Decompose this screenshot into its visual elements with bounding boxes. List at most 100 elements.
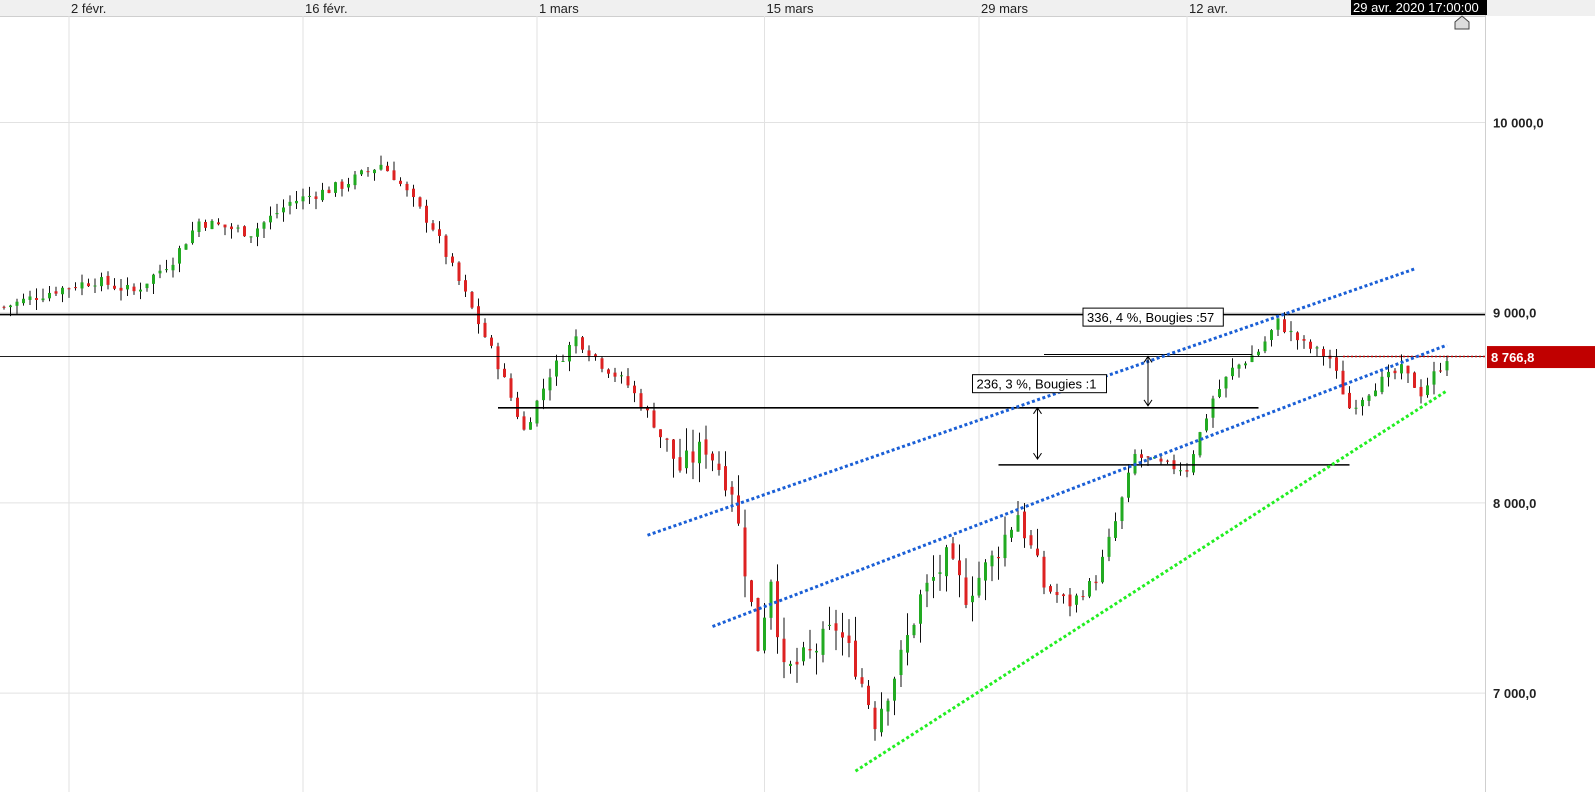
candle-body	[1354, 407, 1358, 409]
last-price-text: 8 766,8	[1491, 350, 1534, 365]
candle-body	[269, 215, 272, 223]
candle-body	[483, 322, 487, 338]
candle-body	[399, 180, 402, 184]
candle-body	[1276, 318, 1280, 330]
candle-body	[685, 450, 688, 469]
x-tick-label: 16 févr.	[305, 1, 348, 16]
candle-body	[1094, 581, 1098, 584]
candle-body	[1205, 418, 1208, 431]
x-tick-label: 15 mars	[767, 1, 814, 16]
candle-body	[867, 685, 870, 706]
candle-body	[750, 580, 753, 602]
candle-body	[288, 201, 292, 206]
candle-body	[509, 378, 513, 398]
candle-body	[782, 638, 786, 663]
candle-body	[600, 358, 604, 369]
candle-body	[1140, 454, 1143, 458]
candle-body	[990, 555, 994, 567]
candle-body	[191, 230, 194, 244]
candle-body	[1029, 535, 1033, 546]
candle-body	[854, 640, 857, 677]
candle-body	[873, 707, 877, 730]
candle-body	[15, 301, 19, 306]
candle-body	[951, 543, 955, 559]
candle-body	[529, 422, 532, 430]
candle-body	[334, 182, 337, 193]
candle-body	[795, 661, 799, 665]
candle-body	[548, 377, 552, 391]
candle-body	[158, 270, 162, 274]
candle-body	[841, 632, 844, 638]
candle-body	[1101, 556, 1104, 583]
candle-body	[100, 277, 103, 287]
candle-body	[1419, 386, 1423, 397]
candle-body	[1010, 529, 1013, 538]
candle-body	[1166, 460, 1169, 462]
candle-body	[1068, 594, 1072, 607]
candle-body	[789, 663, 792, 666]
candle-body	[1335, 357, 1338, 371]
candle-body	[1159, 458, 1163, 462]
candle-body	[964, 577, 968, 605]
candle-body	[405, 183, 409, 191]
candle-body	[230, 226, 233, 230]
candle-body	[1062, 594, 1065, 597]
candle-body	[444, 235, 448, 257]
candle-body	[613, 372, 617, 377]
candle-body	[1439, 370, 1442, 372]
candle-body	[236, 227, 240, 229]
candle-body	[256, 228, 259, 237]
candle-body	[847, 635, 851, 643]
candle-body	[1361, 399, 1364, 407]
candle-body	[652, 410, 656, 428]
candle-body	[249, 236, 253, 238]
candle-body	[490, 337, 493, 346]
candle-body	[1315, 347, 1319, 349]
candle-body	[971, 595, 974, 603]
candle-body	[431, 223, 435, 230]
candle-body	[2, 306, 6, 308]
candle-body	[535, 400, 539, 424]
candle-body	[938, 572, 942, 574]
candle	[1413, 371, 1416, 389]
candle-body	[48, 292, 51, 299]
candle	[1088, 578, 1091, 599]
candle-body	[61, 287, 64, 295]
y-tick-label: 8 000,0	[1493, 496, 1536, 511]
candle-body	[171, 264, 175, 271]
candle-body	[1003, 534, 1007, 559]
candle-body	[41, 298, 45, 301]
candle-body	[769, 581, 773, 618]
candle-body	[945, 547, 948, 577]
candle-body	[711, 453, 714, 461]
candle-body	[1296, 332, 1299, 341]
candle-body	[113, 285, 116, 289]
candle-body	[470, 291, 474, 308]
candle-body	[1237, 364, 1241, 369]
candlestick-chart-svg[interactable]: 7 000,0 8 000,0 9 000,0 10 000,0 2 févr. 16 f…	[0, 0, 1595, 792]
candle-body	[28, 296, 32, 300]
candle-body	[958, 560, 961, 576]
price-chart[interactable]: 7 000,0 8 000,0 9 000,0 10 000,0 2 févr. 16 f…	[0, 0, 1595, 792]
candle-body	[1081, 596, 1085, 598]
candle-body	[886, 700, 890, 712]
candle-body	[1406, 365, 1410, 374]
candle-body	[392, 170, 396, 181]
y-tick-label: 9 000,0	[1493, 306, 1536, 321]
candle-body	[438, 229, 441, 236]
candle-body	[1107, 536, 1111, 557]
candle-body	[457, 262, 461, 281]
candle-body	[626, 376, 630, 386]
candle-body	[834, 623, 838, 631]
candle-body	[919, 594, 922, 624]
candle-body	[503, 368, 506, 378]
annotation-text: 336, 4 %, Bougies :57	[1087, 310, 1214, 325]
candle-body	[451, 256, 454, 263]
candle-body	[93, 285, 97, 287]
candle-body	[633, 385, 636, 394]
candle-body	[54, 291, 58, 294]
candle-body	[204, 221, 207, 228]
candle-body	[282, 207, 285, 213]
candle-body	[704, 439, 708, 455]
candle-body	[828, 624, 831, 626]
